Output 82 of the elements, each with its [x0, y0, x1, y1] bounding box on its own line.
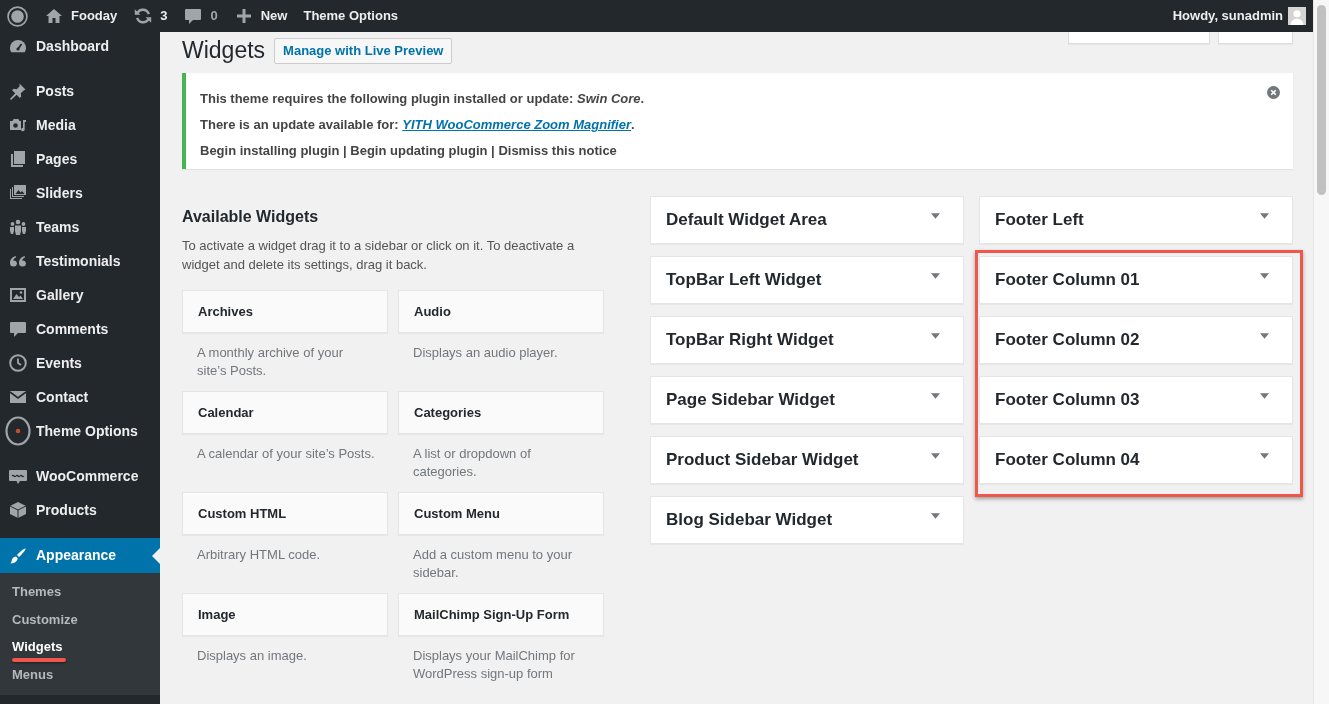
widget-description: A monthly archive of your site’s Posts. — [197, 344, 344, 380]
widget-area-header[interactable]: Product Sidebar Widget — [650, 436, 964, 484]
widget-area-header[interactable]: Footer Left — [979, 196, 1293, 244]
clock-icon — [8, 353, 28, 373]
notice-message: This theme requires the following plugin installed or update: Swin Core. — [200, 90, 646, 108]
separator-text: | — [491, 143, 495, 158]
home-icon — [44, 6, 64, 26]
widget-description: Add a custom menu to your sidebar. — [413, 546, 573, 582]
section-description: To activate a widget drag it to a sidebar or click on it. To deactivate a widget and delete its settings, drag it back. — [182, 237, 576, 274]
page-title: Widgets — [182, 36, 266, 65]
widget-area-header[interactable]: Footer Column 02 — [979, 316, 1293, 364]
image-icon — [8, 285, 28, 305]
submenu-item[interactable]: Widgets — [0, 633, 160, 661]
sidebar-item[interactable]: Events — [0, 346, 160, 380]
widget-area-header[interactable]: Footer Column 03 — [979, 376, 1293, 424]
separator-text: | — [343, 143, 347, 158]
menu-pointer-icon — [152, 547, 160, 564]
toolbar-link[interactable]: Theme Options — [295, 0, 407, 32]
account-link[interactable]: Howdy, sunadmin — [1164, 0, 1306, 32]
cube-icon — [8, 500, 28, 520]
widget-card[interactable]: Archives — [182, 290, 388, 333]
sidebar-item[interactable]: Media — [0, 108, 160, 142]
new-content-link[interactable]: New — [225, 0, 296, 32]
avatar-icon — [1288, 7, 1306, 25]
people-icon — [8, 217, 28, 237]
submenu-item[interactable]: Themes — [0, 578, 160, 606]
sidebar-item[interactable]: Appearance — [0, 538, 160, 573]
section-title: Available Widgets — [182, 207, 320, 227]
pin-icon — [8, 81, 28, 101]
widget-area-header[interactable]: Footer Column 04 — [979, 436, 1293, 484]
sidebar-item[interactable]: Products — [0, 493, 160, 527]
widget-description: Displays your MailChimp for WordPress sign-up form — [413, 647, 576, 683]
widget-card[interactable]: Audio — [398, 290, 604, 333]
refresh-icon — [133, 6, 154, 26]
site-name-link[interactable]: Fooday — [36, 0, 126, 32]
close-icon[interactable] — [1267, 86, 1280, 99]
sidebar-item[interactable]: Gallery — [0, 278, 160, 312]
sidebar-item[interactable]: Comments — [0, 312, 160, 346]
widget-area-header[interactable]: Default Widget Area — [650, 196, 964, 244]
plugin-link[interactable]: YITH WooCommerce Zoom Magnifier — [402, 117, 631, 132]
widget-description: Displays an audio player. — [413, 344, 559, 362]
sidebar-item[interactable]: Posts — [0, 74, 160, 108]
comments-link[interactable]: 0 — [175, 0, 226, 32]
notice-link[interactable]: Dismiss this notice — [498, 143, 617, 158]
screen-options-tab[interactable] — [1068, 32, 1210, 44]
widget-description: A list or dropdown of categories. — [413, 445, 532, 481]
widget-description: A calendar of your site’s Posts. — [197, 445, 376, 463]
update-message: There is an update available for: YITH WooCommerce Zoom Magnifier. — [200, 116, 636, 134]
sidebar-item[interactable]: Teams — [0, 210, 160, 244]
widget-area-header[interactable]: Blog Sidebar Widget — [650, 496, 964, 544]
comment-icon — [183, 6, 204, 26]
updates-link[interactable]: 3 — [125, 0, 176, 32]
submenu-item[interactable]: Menus — [0, 660, 160, 688]
live-preview-button[interactable]: Manage with Live Preview — [274, 37, 453, 64]
notice-link[interactable]: Begin installing plugin — [200, 143, 340, 158]
widget-card[interactable]: Custom HTML — [182, 492, 388, 535]
widget-area-header[interactable]: Footer Column 01 — [979, 256, 1293, 304]
sidebar-item[interactable]: Testimonials — [0, 244, 160, 278]
sidebar-item[interactable]: Sliders — [0, 176, 160, 210]
widget-card[interactable]: Custom Menu — [398, 492, 604, 535]
scrollbar-thumb[interactable] — [1317, 5, 1326, 195]
widget-description: Displays an image. — [197, 647, 308, 665]
notice-link[interactable]: Begin updating plugin — [350, 143, 488, 158]
sidebar-item[interactable]: Contact — [0, 380, 160, 414]
logo-icon[interactable] — [7, 5, 28, 27]
sidebar-item[interactable]: Dashboard — [0, 32, 160, 63]
sidebar-item[interactable]: Pages — [0, 142, 160, 176]
widget-description: Arbitrary HTML code. — [197, 546, 322, 564]
comment-icon — [8, 319, 28, 339]
widget-area-header[interactable]: TopBar Right Widget — [650, 316, 964, 364]
ring-icon — [5, 416, 31, 446]
widget-area-header[interactable]: Page Sidebar Widget — [650, 376, 964, 424]
sidebar-item[interactable]: Theme Options — [0, 414, 160, 448]
help-tab[interactable] — [1218, 32, 1293, 44]
widget-area-header[interactable]: TopBar Left Widget — [650, 256, 964, 304]
pages-icon — [8, 149, 28, 169]
sidebar-item[interactable]: WooCommerce — [0, 459, 160, 493]
widget-card[interactable]: MailChimp Sign-Up Form — [398, 593, 604, 636]
submenu-item[interactable]: Customize — [0, 605, 160, 633]
widget-card[interactable]: Categories — [398, 391, 604, 434]
widget-card[interactable]: Calendar — [182, 391, 388, 434]
widget-card[interactable]: Image — [182, 593, 388, 636]
